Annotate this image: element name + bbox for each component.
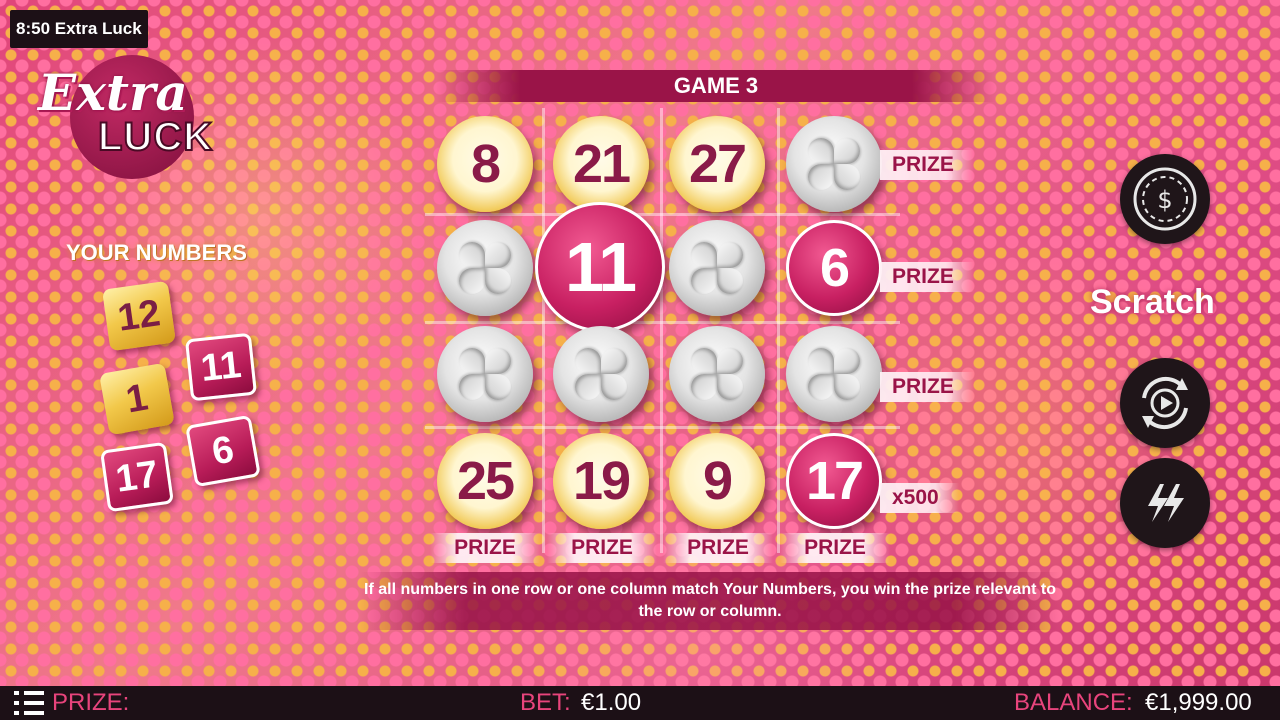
your-number-tile: 12 — [102, 280, 176, 352]
your-number-tile: 11 — [184, 332, 258, 402]
turbo-button[interactable] — [1120, 458, 1210, 548]
your-number-tile: 17 — [100, 441, 174, 513]
scratch-cell-unscratched[interactable] — [786, 116, 882, 212]
status-bar: PRIZE: BET: €1.00 BALANCE: €1,999.00 — [0, 686, 1280, 720]
prize-label: PRIZE: — [52, 689, 130, 716]
column-prize: PRIZE — [547, 533, 657, 563]
clover-icon — [806, 346, 862, 402]
scratch-cell[interactable]: 17 — [786, 433, 882, 529]
menu-icon[interactable] — [14, 691, 44, 715]
rules-info: If all numbers in one row or one column … — [360, 572, 1060, 630]
row-prize: PRIZE — [880, 150, 974, 180]
game-title: GAME 3 — [436, 70, 996, 102]
row-prize: PRIZE — [880, 262, 974, 292]
scratch-cell-unscratched[interactable] — [669, 220, 765, 316]
scratch-cell-unscratched[interactable] — [553, 326, 649, 422]
extra-luck-logo: Extra LUCK — [38, 55, 238, 185]
scratch-cell-unscratched[interactable] — [786, 326, 882, 422]
scratch-cell-highlighted[interactable]: 11 — [535, 202, 665, 332]
logo-line2: LUCK — [97, 114, 214, 160]
window-title: 8:50 Extra Luck — [10, 10, 148, 48]
row-prize: x500 — [880, 483, 959, 513]
scratch-button[interactable]: Scratch — [1090, 283, 1215, 322]
balance-value: €1,999.00 — [1145, 689, 1252, 716]
clover-icon — [457, 240, 513, 296]
scratch-cell[interactable]: 9 — [669, 433, 765, 529]
your-numbers-title: YOUR NUMBERS — [66, 240, 247, 265]
bet-label: BET: — [520, 689, 571, 716]
scratch-cell[interactable]: 19 — [553, 433, 649, 529]
clover-icon — [573, 346, 629, 402]
row-prize: PRIZE — [880, 372, 974, 402]
clover-icon — [689, 346, 745, 402]
column-prize: PRIZE — [663, 533, 773, 563]
lightning-icon — [1148, 484, 1184, 522]
autoplay-button[interactable] — [1120, 358, 1210, 448]
your-number-tile: 1 — [99, 362, 175, 436]
scratch-cell[interactable]: 27 — [669, 116, 765, 212]
column-prize: PRIZE — [430, 533, 540, 563]
bet-value: €1.00 — [581, 689, 642, 716]
svg-text:$: $ — [1157, 186, 1172, 214]
column-prize: PRIZE — [780, 533, 890, 563]
scratch-cell[interactable]: 21 — [553, 116, 649, 212]
dollar-chip-icon: $ — [1133, 167, 1197, 231]
bet-button[interactable]: $ — [1120, 154, 1210, 244]
autoplay-icon — [1142, 376, 1188, 430]
scratch-cell-unscratched[interactable] — [669, 326, 765, 422]
scratch-cell[interactable]: 25 — [437, 433, 533, 529]
scratch-cell-unscratched[interactable] — [437, 220, 533, 316]
clover-icon — [689, 240, 745, 296]
logo-line1: Extra — [38, 63, 188, 122]
clover-icon — [457, 346, 513, 402]
clover-icon — [806, 136, 862, 192]
scratch-cell-unscratched[interactable] — [437, 326, 533, 422]
scratch-cell[interactable]: 6 — [786, 220, 882, 316]
scratch-cell[interactable]: 8 — [437, 116, 533, 212]
balance-label: BALANCE: — [1014, 689, 1133, 716]
your-number-tile: 6 — [185, 414, 261, 488]
